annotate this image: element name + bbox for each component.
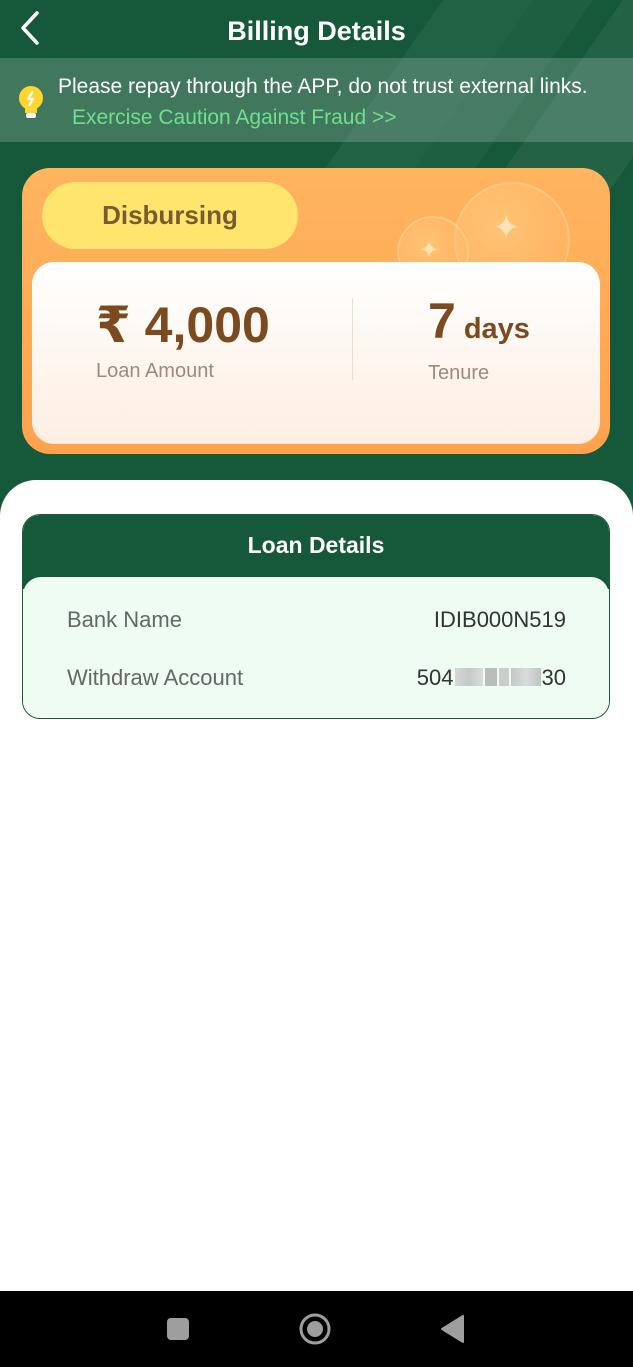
fraud-notice-banner: Please repay through the APP, do not tru…: [0, 58, 633, 142]
triangle-back-icon: [441, 1315, 464, 1343]
bank-name-value: IDIB000N519: [433, 607, 566, 632]
loan-details-card: Loan Details Bank Name IDIB000N519 Withd…: [22, 514, 610, 719]
tenure-value: 7 days: [428, 292, 530, 350]
sparkle-icon: ✦: [492, 209, 521, 247]
loan-amount-label: Loan Amount: [96, 360, 214, 382]
withdraw-account-label: Withdraw Account: [67, 665, 244, 690]
loan-details-body: Bank Name IDIB000N519 Withdraw Account 5…: [23, 577, 609, 718]
system-back-button[interactable]: [436, 1311, 472, 1347]
redaction-mask: [498, 668, 509, 686]
billing-details-screen: Billing Details Please repay through the…: [0, 0, 633, 1367]
divider: [352, 298, 353, 380]
detail-row-withdraw-account: Withdraw Account 504 30: [67, 665, 566, 695]
tenure-unit: days: [463, 313, 530, 345]
page-title: Billing Details: [227, 16, 406, 46]
bank-name-label: Bank Name: [67, 607, 182, 632]
account-prefix: 504: [416, 665, 454, 690]
account-suffix: 30: [541, 665, 566, 690]
lightbulb-icon: [19, 86, 43, 118]
system-navigation-bar: [0, 1291, 633, 1367]
square-icon: [167, 1318, 189, 1340]
redaction-mask: [454, 668, 483, 686]
recent-apps-button[interactable]: [160, 1311, 196, 1347]
tenure-label: Tenure: [428, 362, 490, 384]
redaction-mask: [484, 668, 497, 686]
home-button[interactable]: [297, 1311, 333, 1347]
loan-status-card: ✦ ✦ Disbursing ₹ 4,000 Loan Amount 7 days…: [22, 168, 610, 454]
notice-message: Please repay through the APP, do not tru…: [58, 75, 588, 98]
top-bar: Billing Details: [0, 0, 633, 62]
loan-details-title: Loan Details: [247, 532, 385, 558]
redaction-mask: [510, 668, 541, 686]
tenure-number: 7: [428, 293, 456, 349]
sparkle-icon: ✦: [419, 237, 440, 264]
circle-icon: [299, 1313, 331, 1345]
loan-summary: ₹ 4,000 Loan Amount 7 days Tenure: [32, 262, 600, 444]
loan-amount-value: ₹ 4,000: [96, 297, 270, 353]
fraud-caution-link[interactable]: Exercise Caution Against Fraud >>: [72, 106, 397, 130]
withdraw-account-value: 504 30: [417, 665, 566, 691]
status-badge: Disbursing: [42, 182, 298, 249]
detail-row-bank-name: Bank Name IDIB000N519: [67, 607, 566, 637]
